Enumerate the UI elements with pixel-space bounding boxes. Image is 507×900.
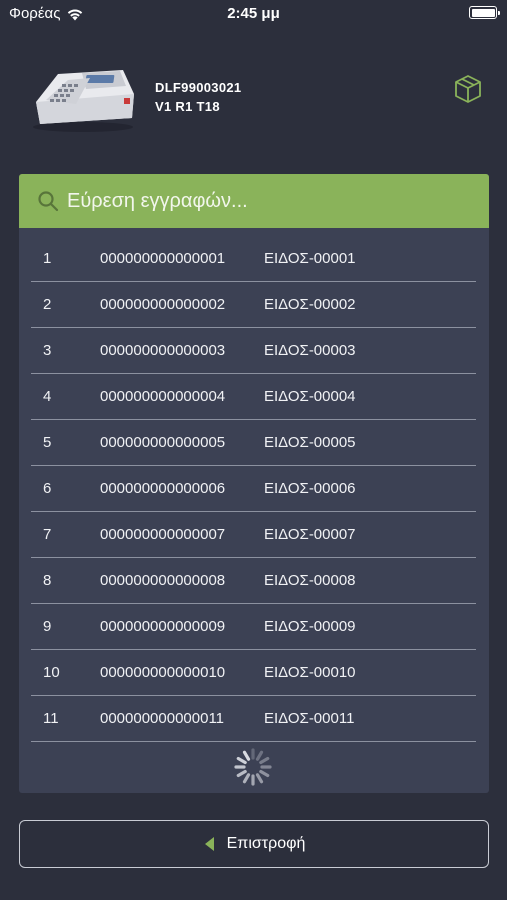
search-icon	[38, 191, 59, 212]
item-number: 5	[43, 434, 52, 451]
item-code: 000000000000005	[100, 434, 226, 451]
item-code: 000000000000001	[100, 250, 226, 267]
list-item[interactable]: 4 000000000000004 ΕΙΔΟΣ-00004	[31, 374, 476, 420]
item-number: 8	[43, 572, 52, 589]
list-item[interactable]: 11 000000000000011 ΕΙΔΟΣ-00011	[31, 696, 476, 742]
item-code: 000000000000006	[100, 480, 226, 497]
search-input[interactable]	[67, 189, 467, 213]
item-number: 1	[43, 250, 52, 267]
item-code: 000000000000010	[100, 664, 226, 681]
back-button[interactable]: Επιστροφή	[19, 820, 489, 868]
item-name: ΕΙΔΟΣ-00006	[264, 480, 356, 497]
item-number: 2	[43, 296, 52, 313]
item-code: 000000000000002	[100, 296, 226, 313]
box-icon[interactable]	[452, 73, 484, 105]
item-code: 000000000000011	[100, 710, 225, 727]
item-number: 11	[43, 710, 59, 727]
item-name: ΕΙΔΟΣ-00004	[264, 388, 356, 405]
list-item[interactable]: 1 000000000000001 ΕΙΔΟΣ-00001	[31, 236, 476, 282]
item-name: ΕΙΔΟΣ-00010	[264, 664, 356, 681]
list-item[interactable]: 2 000000000000002 ΕΙΔΟΣ-00002	[31, 282, 476, 328]
back-arrow-icon	[204, 837, 214, 851]
item-name: ΕΙΔΟΣ-00009	[264, 618, 356, 635]
loading-spinner-icon	[234, 748, 272, 786]
list-item[interactable]: 7 000000000000007 ΕΙΔΟΣ-00007	[31, 512, 476, 558]
list-item[interactable]: 3 000000000000003 ΕΙΔΟΣ-00003	[31, 328, 476, 374]
list-item[interactable]: 8 000000000000008 ΕΙΔΟΣ-00008	[31, 558, 476, 604]
item-number: 7	[43, 526, 52, 543]
item-number: 4	[43, 388, 52, 405]
battery-icon	[469, 6, 500, 19]
list-item[interactable]: 10 000000000000010 ΕΙΔΟΣ-00010	[31, 650, 476, 696]
status-time: 2:45 μμ	[227, 5, 280, 22]
status-bar: Φορέας 2:45 μμ	[0, 0, 507, 28]
item-name: ΕΙΔΟΣ-00011	[264, 710, 355, 727]
list-item[interactable]: 9 000000000000009 ΕΙΔΟΣ-00009	[31, 604, 476, 650]
cash-register-icon	[33, 70, 134, 132]
device-serial: DLF99003021	[155, 80, 242, 95]
item-code: 000000000000004	[100, 388, 226, 405]
item-number: 6	[43, 480, 52, 497]
item-number: 3	[43, 342, 52, 359]
device-version: V1 R1 T18	[155, 99, 220, 114]
item-name: ΕΙΔΟΣ-00005	[264, 434, 356, 451]
item-name: ΕΙΔΟΣ-00003	[264, 342, 356, 359]
list-item[interactable]: 5 000000000000005 ΕΙΔΟΣ-00005	[31, 420, 476, 466]
item-name: ΕΙΔΟΣ-00001	[264, 250, 356, 267]
back-button-label: Επιστροφή	[226, 835, 306, 852]
item-number: 10	[43, 664, 60, 681]
device-info: DLF99003021 V1 R1 T18	[155, 78, 241, 116]
item-code: 000000000000003	[100, 342, 226, 359]
list-item[interactable]: 6 000000000000006 ΕΙΔΟΣ-00006	[31, 466, 476, 512]
item-name: ΕΙΔΟΣ-00007	[264, 526, 356, 543]
records-list: 1 000000000000001 ΕΙΔΟΣ-00001 2 000000000000…	[31, 236, 476, 742]
search-bar	[19, 174, 489, 228]
item-code: 000000000000009	[100, 618, 226, 635]
records-panel: 1 000000000000001 ΕΙΔΟΣ-00001 2 000000000000…	[19, 174, 489, 793]
item-name: ΕΙΔΟΣ-00008	[264, 572, 356, 589]
item-code: 000000000000008	[100, 572, 226, 589]
item-name: ΕΙΔΟΣ-00002	[264, 296, 356, 313]
item-code: 000000000000007	[100, 526, 226, 543]
item-number: 9	[43, 618, 52, 635]
